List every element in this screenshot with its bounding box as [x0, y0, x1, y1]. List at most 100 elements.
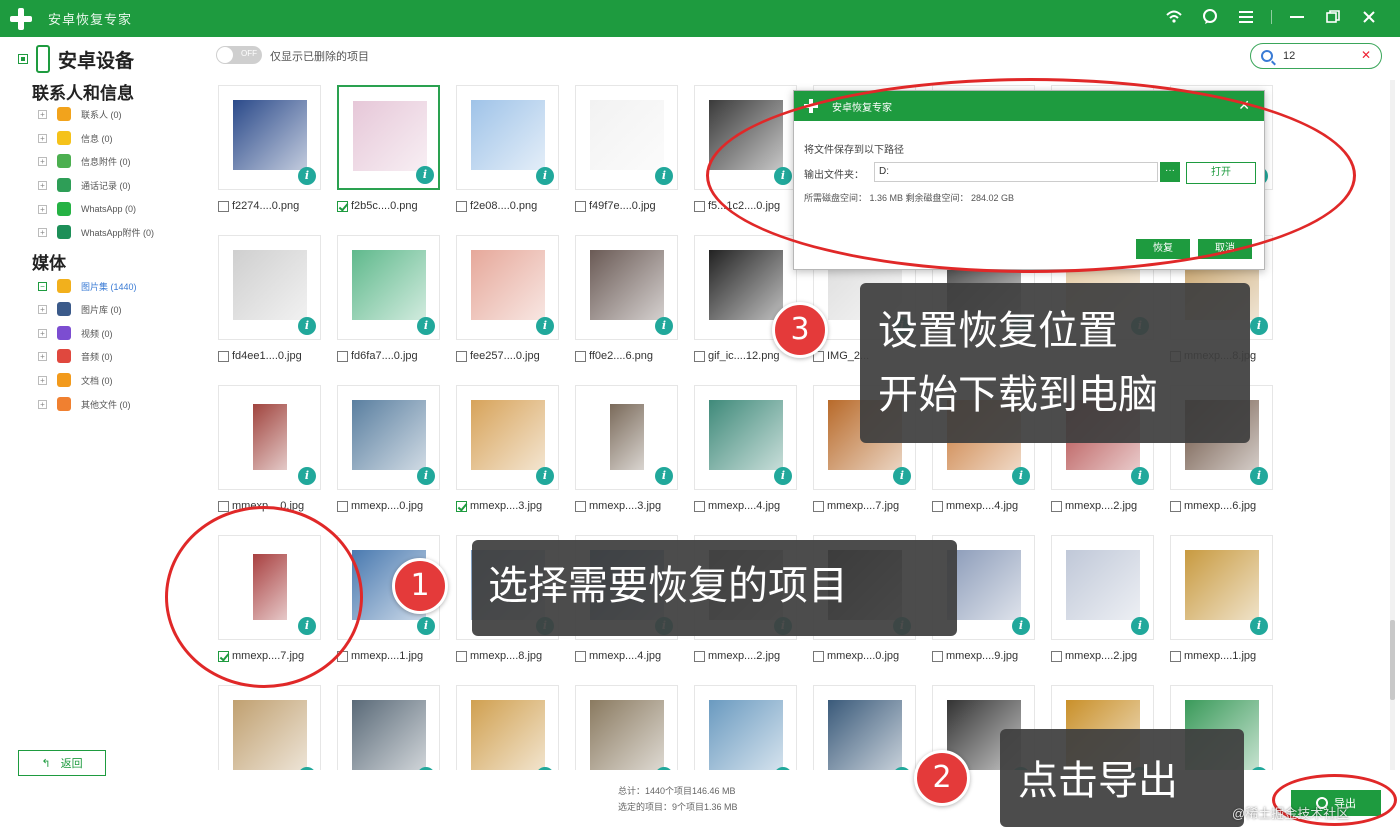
sidebar-item-call-log[interactable]: + 通话记录 (0) [38, 175, 131, 195]
file-checkbox[interactable] [337, 350, 348, 362]
info-icon[interactable]: i [417, 617, 435, 635]
info-icon[interactable]: i [655, 167, 673, 185]
expand-icon[interactable]: + [38, 109, 47, 119]
file-item[interactable]: i [448, 680, 559, 770]
minimize-icon[interactable] [1286, 6, 1308, 28]
info-icon[interactable]: i [1012, 617, 1030, 635]
sidebar-item-message-attachments[interactable]: + 信息附件 (0) [38, 151, 131, 171]
info-icon[interactable]: i [1250, 317, 1268, 335]
sidebar-item-messages[interactable]: + 信息 (0) [38, 128, 113, 148]
file-checkbox[interactable] [932, 500, 943, 512]
file-thumbnail[interactable]: i [575, 385, 678, 490]
scrollbar[interactable] [1390, 80, 1395, 770]
device-checkbox[interactable] [18, 54, 28, 64]
info-icon[interactable]: i [416, 166, 434, 184]
file-item[interactable]: i fd6fa7....0.jpg [329, 230, 440, 370]
file-item[interactable]: i f49f7e....0.jpg [567, 80, 678, 220]
expand-icon[interactable]: + [38, 399, 47, 409]
file-checkbox[interactable] [1051, 500, 1062, 512]
expand-icon[interactable]: + [38, 328, 47, 338]
info-icon[interactable]: i [417, 467, 435, 485]
expand-icon[interactable]: + [38, 375, 47, 385]
file-thumbnail[interactable]: i [456, 385, 559, 490]
file-checkbox[interactable] [694, 350, 705, 362]
file-thumbnail[interactable]: i [1051, 535, 1154, 640]
info-icon[interactable]: i [536, 317, 554, 335]
expand-icon[interactable]: + [38, 304, 47, 314]
sidebar-item-video[interactable]: + 视频 (0) [38, 323, 113, 343]
info-icon[interactable]: i [774, 467, 792, 485]
file-checkbox[interactable] [694, 500, 705, 512]
file-thumbnail[interactable]: i [694, 385, 797, 490]
file-item[interactable]: i mmexp....4.jpg [686, 380, 797, 520]
file-thumbnail[interactable]: i [337, 685, 440, 770]
expand-icon[interactable]: − [38, 281, 47, 291]
info-icon[interactable]: i [655, 467, 673, 485]
file-item[interactable]: i mmexp....2.jpg [1043, 530, 1154, 670]
file-checkbox[interactable] [456, 500, 467, 512]
file-item[interactable]: i ff0e2....6.png [567, 230, 678, 370]
file-thumbnail[interactable]: i [218, 385, 321, 490]
file-thumbnail[interactable]: i [575, 685, 678, 770]
file-thumbnail[interactable]: i [694, 685, 797, 770]
info-icon[interactable]: i [1131, 467, 1149, 485]
info-icon[interactable]: i [536, 467, 554, 485]
file-checkbox[interactable] [1170, 500, 1181, 512]
info-icon[interactable]: i [1012, 467, 1030, 485]
file-thumbnail[interactable]: i [337, 385, 440, 490]
file-item[interactable]: i fd4ee1....0.jpg [210, 230, 321, 370]
clear-search-icon[interactable]: ✕ [1361, 48, 1371, 62]
file-checkbox[interactable] [575, 650, 586, 662]
file-thumbnail[interactable]: i [456, 235, 559, 340]
file-item[interactable]: i mmexp....3.jpg [567, 380, 678, 520]
chat-icon[interactable] [1199, 6, 1221, 28]
wifi-icon[interactable] [1163, 6, 1185, 28]
file-checkbox[interactable] [575, 200, 586, 212]
info-icon[interactable]: i [893, 467, 911, 485]
file-thumbnail[interactable]: i [456, 685, 559, 770]
file-checkbox[interactable] [456, 200, 467, 212]
file-thumbnail[interactable]: i [1170, 535, 1273, 640]
file-checkbox[interactable] [337, 500, 348, 512]
file-item[interactable]: igif_ic....12.png [686, 230, 797, 370]
file-item[interactable]: i f2b5c....0.png [329, 80, 440, 220]
deleted-only-toggle[interactable]: OFF [216, 46, 262, 64]
file-thumbnail[interactable]: i [218, 685, 321, 770]
info-icon[interactable]: i [1250, 467, 1268, 485]
file-checkbox[interactable] [337, 200, 348, 212]
info-icon[interactable]: i [1131, 617, 1149, 635]
file-thumbnail[interactable]: i [337, 235, 440, 340]
file-item[interactable]: i [686, 680, 797, 770]
file-checkbox[interactable] [813, 500, 824, 512]
info-icon[interactable]: i [655, 317, 673, 335]
expand-icon[interactable]: + [38, 133, 47, 143]
expand-icon[interactable]: + [38, 156, 47, 166]
file-checkbox[interactable] [932, 650, 943, 662]
file-thumbnail[interactable]: i [575, 235, 678, 340]
sidebar-item-contacts[interactable]: + 联系人 (0) [38, 104, 122, 124]
expand-icon[interactable]: + [38, 204, 47, 214]
info-icon[interactable]: i [417, 317, 435, 335]
close-icon[interactable] [1358, 6, 1380, 28]
info-icon[interactable]: i [298, 167, 316, 185]
file-item[interactable]: immexp....0.jpg [210, 380, 321, 520]
file-item[interactable]: i [567, 680, 678, 770]
file-thumbnail[interactable]: i [337, 85, 440, 190]
info-icon[interactable]: i [1250, 617, 1268, 635]
sidebar-item-whatsapp[interactable]: + WhatsApp (0) [38, 199, 136, 219]
file-item[interactable]: i mmexp....3.jpg [448, 380, 559, 520]
back-button[interactable]: ↰ 返回 [18, 750, 106, 776]
file-checkbox[interactable] [575, 500, 586, 512]
expand-icon[interactable]: + [38, 351, 47, 361]
file-item[interactable]: i [210, 680, 321, 770]
file-checkbox[interactable] [218, 200, 229, 212]
file-item[interactable]: i [805, 680, 916, 770]
sidebar-item-other-files[interactable]: + 其他文件 (0) [38, 394, 131, 414]
scrollbar-thumb[interactable] [1390, 620, 1395, 700]
info-icon[interactable]: i [536, 167, 554, 185]
info-icon[interactable]: i [298, 467, 316, 485]
file-item[interactable]: i [329, 680, 440, 770]
search-input[interactable]: 12 [1283, 50, 1295, 62]
file-item[interactable]: i mmexp....1.jpg [1162, 530, 1273, 670]
file-checkbox[interactable] [218, 350, 229, 362]
